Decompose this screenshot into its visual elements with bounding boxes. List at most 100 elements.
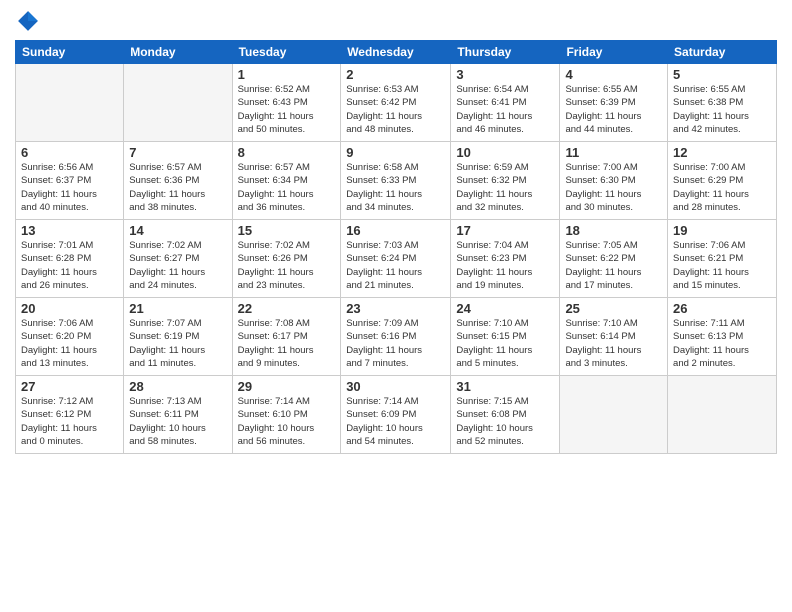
calendar-table: SundayMondayTuesdayWednesdayThursdayFrid… (15, 40, 777, 454)
day-info: Sunrise: 7:10 AMSunset: 6:15 PMDaylight:… (456, 317, 554, 370)
calendar-cell: 16Sunrise: 7:03 AMSunset: 6:24 PMDayligh… (341, 220, 451, 298)
day-number: 31 (456, 379, 554, 394)
calendar-cell: 12Sunrise: 7:00 AMSunset: 6:29 PMDayligh… (668, 142, 777, 220)
day-number: 17 (456, 223, 554, 238)
day-info: Sunrise: 6:56 AMSunset: 6:37 PMDaylight:… (21, 161, 118, 214)
calendar-cell: 20Sunrise: 7:06 AMSunset: 6:20 PMDayligh… (16, 298, 124, 376)
day-info: Sunrise: 6:53 AMSunset: 6:42 PMDaylight:… (346, 83, 445, 136)
calendar-cell: 23Sunrise: 7:09 AMSunset: 6:16 PMDayligh… (341, 298, 451, 376)
calendar-cell: 10Sunrise: 6:59 AMSunset: 6:32 PMDayligh… (451, 142, 560, 220)
day-info: Sunrise: 7:02 AMSunset: 6:27 PMDaylight:… (129, 239, 226, 292)
day-number: 20 (21, 301, 118, 316)
day-number: 14 (129, 223, 226, 238)
day-number: 16 (346, 223, 445, 238)
week-row-5: 27Sunrise: 7:12 AMSunset: 6:12 PMDayligh… (16, 376, 777, 454)
day-info: Sunrise: 7:03 AMSunset: 6:24 PMDaylight:… (346, 239, 445, 292)
day-number: 12 (673, 145, 771, 160)
day-number: 8 (238, 145, 336, 160)
calendar-cell: 3Sunrise: 6:54 AMSunset: 6:41 PMDaylight… (451, 64, 560, 142)
day-info: Sunrise: 6:55 AMSunset: 6:39 PMDaylight:… (565, 83, 662, 136)
calendar-cell: 31Sunrise: 7:15 AMSunset: 6:08 PMDayligh… (451, 376, 560, 454)
calendar-cell: 14Sunrise: 7:02 AMSunset: 6:27 PMDayligh… (124, 220, 232, 298)
calendar-cell (668, 376, 777, 454)
day-info: Sunrise: 7:14 AMSunset: 6:09 PMDaylight:… (346, 395, 445, 448)
calendar-cell: 29Sunrise: 7:14 AMSunset: 6:10 PMDayligh… (232, 376, 341, 454)
calendar-cell: 28Sunrise: 7:13 AMSunset: 6:11 PMDayligh… (124, 376, 232, 454)
week-row-2: 6Sunrise: 6:56 AMSunset: 6:37 PMDaylight… (16, 142, 777, 220)
col-header-thursday: Thursday (451, 41, 560, 64)
calendar-cell: 18Sunrise: 7:05 AMSunset: 6:22 PMDayligh… (560, 220, 668, 298)
week-row-4: 20Sunrise: 7:06 AMSunset: 6:20 PMDayligh… (16, 298, 777, 376)
day-number: 24 (456, 301, 554, 316)
day-info: Sunrise: 7:10 AMSunset: 6:14 PMDaylight:… (565, 317, 662, 370)
day-info: Sunrise: 7:05 AMSunset: 6:22 PMDaylight:… (565, 239, 662, 292)
calendar-cell: 7Sunrise: 6:57 AMSunset: 6:36 PMDaylight… (124, 142, 232, 220)
day-info: Sunrise: 7:00 AMSunset: 6:30 PMDaylight:… (565, 161, 662, 214)
calendar-cell: 27Sunrise: 7:12 AMSunset: 6:12 PMDayligh… (16, 376, 124, 454)
day-info: Sunrise: 7:09 AMSunset: 6:16 PMDaylight:… (346, 317, 445, 370)
day-info: Sunrise: 6:54 AMSunset: 6:41 PMDaylight:… (456, 83, 554, 136)
calendar-cell: 15Sunrise: 7:02 AMSunset: 6:26 PMDayligh… (232, 220, 341, 298)
day-info: Sunrise: 7:11 AMSunset: 6:13 PMDaylight:… (673, 317, 771, 370)
calendar-cell: 8Sunrise: 6:57 AMSunset: 6:34 PMDaylight… (232, 142, 341, 220)
day-number: 22 (238, 301, 336, 316)
day-info: Sunrise: 6:58 AMSunset: 6:33 PMDaylight:… (346, 161, 445, 214)
logo-icon (17, 10, 39, 32)
week-row-3: 13Sunrise: 7:01 AMSunset: 6:28 PMDayligh… (16, 220, 777, 298)
header-row: SundayMondayTuesdayWednesdayThursdayFrid… (16, 41, 777, 64)
calendar-cell (124, 64, 232, 142)
day-info: Sunrise: 7:12 AMSunset: 6:12 PMDaylight:… (21, 395, 118, 448)
calendar-cell: 30Sunrise: 7:14 AMSunset: 6:09 PMDayligh… (341, 376, 451, 454)
day-number: 2 (346, 67, 445, 82)
calendar-cell (560, 376, 668, 454)
page: SundayMondayTuesdayWednesdayThursdayFrid… (0, 0, 792, 612)
col-header-sunday: Sunday (16, 41, 124, 64)
day-number: 30 (346, 379, 445, 394)
calendar-cell: 22Sunrise: 7:08 AMSunset: 6:17 PMDayligh… (232, 298, 341, 376)
calendar-cell: 1Sunrise: 6:52 AMSunset: 6:43 PMDaylight… (232, 64, 341, 142)
day-info: Sunrise: 7:08 AMSunset: 6:17 PMDaylight:… (238, 317, 336, 370)
day-number: 15 (238, 223, 336, 238)
logo (15, 10, 39, 32)
calendar-cell: 6Sunrise: 6:56 AMSunset: 6:37 PMDaylight… (16, 142, 124, 220)
day-info: Sunrise: 7:14 AMSunset: 6:10 PMDaylight:… (238, 395, 336, 448)
day-number: 29 (238, 379, 336, 394)
day-number: 19 (673, 223, 771, 238)
day-number: 21 (129, 301, 226, 316)
day-info: Sunrise: 7:06 AMSunset: 6:20 PMDaylight:… (21, 317, 118, 370)
day-info: Sunrise: 7:04 AMSunset: 6:23 PMDaylight:… (456, 239, 554, 292)
day-number: 27 (21, 379, 118, 394)
day-info: Sunrise: 6:52 AMSunset: 6:43 PMDaylight:… (238, 83, 336, 136)
calendar-cell: 11Sunrise: 7:00 AMSunset: 6:30 PMDayligh… (560, 142, 668, 220)
day-info: Sunrise: 7:07 AMSunset: 6:19 PMDaylight:… (129, 317, 226, 370)
calendar-cell: 2Sunrise: 6:53 AMSunset: 6:42 PMDaylight… (341, 64, 451, 142)
day-info: Sunrise: 7:00 AMSunset: 6:29 PMDaylight:… (673, 161, 771, 214)
calendar-cell: 5Sunrise: 6:55 AMSunset: 6:38 PMDaylight… (668, 64, 777, 142)
day-number: 5 (673, 67, 771, 82)
day-number: 6 (21, 145, 118, 160)
calendar-cell: 25Sunrise: 7:10 AMSunset: 6:14 PMDayligh… (560, 298, 668, 376)
col-header-saturday: Saturday (668, 41, 777, 64)
day-number: 11 (565, 145, 662, 160)
col-header-wednesday: Wednesday (341, 41, 451, 64)
day-info: Sunrise: 7:15 AMSunset: 6:08 PMDaylight:… (456, 395, 554, 448)
day-number: 28 (129, 379, 226, 394)
day-number: 3 (456, 67, 554, 82)
day-info: Sunrise: 7:13 AMSunset: 6:11 PMDaylight:… (129, 395, 226, 448)
calendar-cell: 26Sunrise: 7:11 AMSunset: 6:13 PMDayligh… (668, 298, 777, 376)
day-number: 25 (565, 301, 662, 316)
calendar-cell: 13Sunrise: 7:01 AMSunset: 6:28 PMDayligh… (16, 220, 124, 298)
calendar-cell: 19Sunrise: 7:06 AMSunset: 6:21 PMDayligh… (668, 220, 777, 298)
calendar-cell: 17Sunrise: 7:04 AMSunset: 6:23 PMDayligh… (451, 220, 560, 298)
day-number: 26 (673, 301, 771, 316)
day-number: 7 (129, 145, 226, 160)
col-header-friday: Friday (560, 41, 668, 64)
col-header-monday: Monday (124, 41, 232, 64)
day-number: 9 (346, 145, 445, 160)
header (15, 10, 777, 32)
calendar-cell: 4Sunrise: 6:55 AMSunset: 6:39 PMDaylight… (560, 64, 668, 142)
day-info: Sunrise: 7:06 AMSunset: 6:21 PMDaylight:… (673, 239, 771, 292)
calendar-cell (16, 64, 124, 142)
calendar-cell: 9Sunrise: 6:58 AMSunset: 6:33 PMDaylight… (341, 142, 451, 220)
calendar-cell: 24Sunrise: 7:10 AMSunset: 6:15 PMDayligh… (451, 298, 560, 376)
